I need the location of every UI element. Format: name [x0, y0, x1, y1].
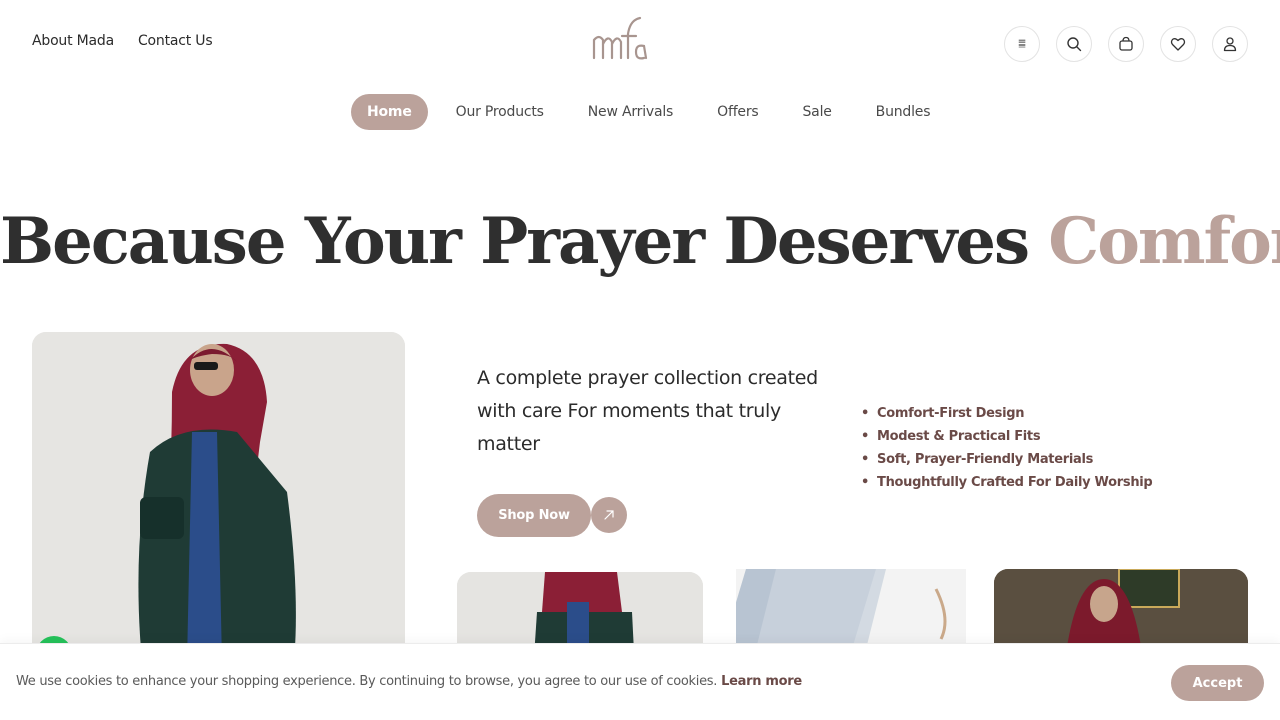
shop-now-button[interactable]: Shop Now: [477, 494, 591, 537]
cookie-message: We use cookies to enhance your shopping …: [16, 674, 802, 689]
feature-item: Modest & Practical Fits: [861, 425, 1152, 448]
account-button[interactable]: [1212, 26, 1248, 62]
headline-accent: Comfort: [1048, 204, 1280, 279]
feature-item: Thoughtfully Crafted For Daily Worship: [861, 471, 1153, 494]
accept-cookies-button[interactable]: Accept: [1171, 665, 1264, 701]
about-link[interactable]: About Mada: [32, 33, 114, 49]
nav-item-bundles[interactable]: Bundles: [860, 94, 947, 130]
top-links: About Mada Contact Us: [32, 33, 213, 49]
feature-list: Comfort-First Design Modest & Practical …: [861, 402, 1153, 494]
cart-icon: [1119, 36, 1133, 51]
learn-more-link[interactable]: Learn more: [721, 674, 802, 689]
header-icons: ䷀: [1004, 26, 1248, 62]
hero-tagline: A complete prayer collection created wit…: [477, 367, 818, 455]
nav-item-offers[interactable]: Offers: [701, 94, 774, 130]
site-logo[interactable]: [588, 14, 652, 68]
feature-item: Soft, Prayer-Friendly Materials: [861, 448, 1152, 471]
arrow-up-right-icon: [604, 510, 614, 520]
heart-icon: [1170, 38, 1186, 51]
search-button[interactable]: [1056, 26, 1092, 62]
model-image: [32, 332, 405, 662]
site-header: About Mada Contact Us ䷀: [0, 0, 1280, 90]
hero-image: [32, 332, 405, 662]
hero-headline: Because Your Prayer Deserves Comfort: [0, 204, 1280, 279]
nav-item-our-products[interactable]: Our Products: [440, 94, 560, 130]
main-nav: Home Our Products New Arrivals Offers Sa…: [351, 94, 958, 130]
shop-now-arrow-button[interactable]: [591, 497, 627, 533]
nav-item-new-arrivals[interactable]: New Arrivals: [572, 94, 689, 130]
nav-item-home[interactable]: Home: [351, 94, 428, 130]
headline-main: Because Your Prayer Deserves: [0, 204, 1049, 279]
cookie-banner: We use cookies to enhance your shopping …: [0, 643, 1280, 720]
search-icon: [1067, 37, 1082, 52]
nav-item-sale[interactable]: Sale: [787, 94, 848, 130]
wishlist-button[interactable]: [1160, 26, 1196, 62]
mada-logo-icon: [592, 16, 648, 60]
cart-button[interactable]: [1108, 26, 1144, 62]
feature-item: Comfort-First Design: [861, 402, 1152, 425]
language-icon: ䷀: [1017, 39, 1027, 49]
language-button[interactable]: ䷀: [1004, 26, 1040, 62]
contact-link[interactable]: Contact Us: [138, 33, 213, 49]
user-icon: [1223, 37, 1237, 52]
cookie-text: We use cookies to enhance your shopping …: [16, 674, 718, 689]
